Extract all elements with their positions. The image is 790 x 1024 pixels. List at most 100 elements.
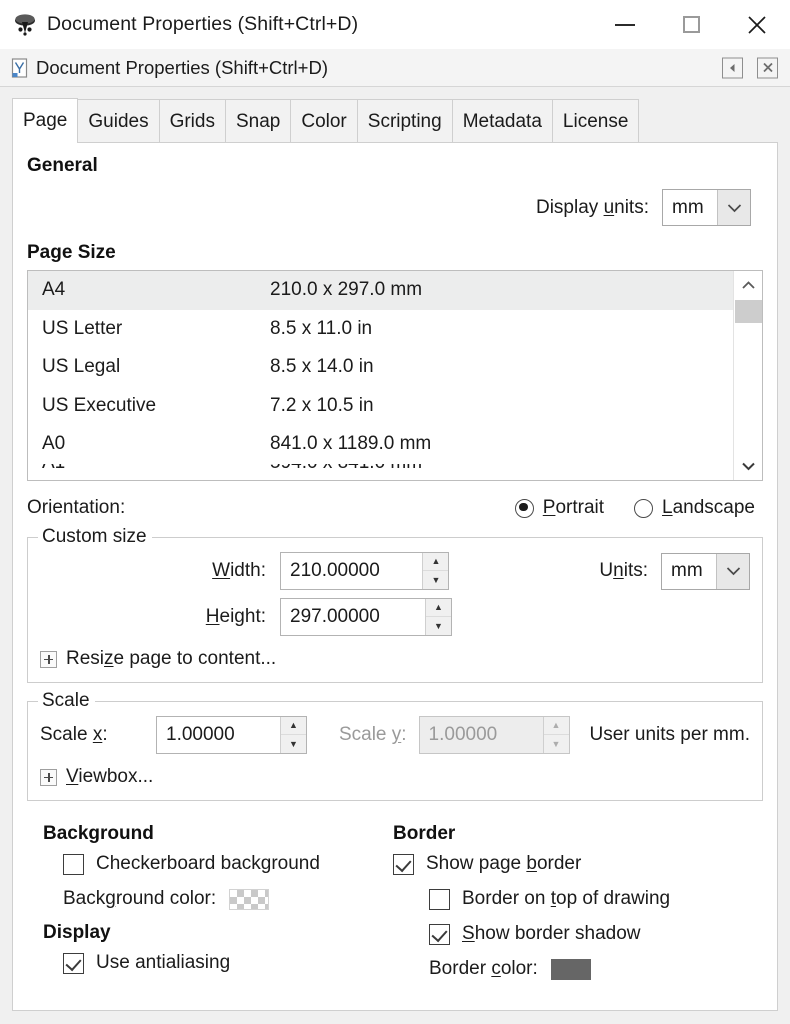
- tab-guides[interactable]: Guides: [77, 99, 160, 143]
- orientation-row: Orientation: Portrait Landscape: [27, 497, 763, 519]
- list-item[interactable]: US Letter 8.5 x 11.0 in: [28, 310, 733, 349]
- stepper-up-icon[interactable]: ▲: [280, 717, 306, 735]
- maximize-button[interactable]: [658, 0, 724, 49]
- tab-scripting[interactable]: Scripting: [356, 99, 453, 143]
- display-heading: Display: [43, 922, 111, 943]
- document-properties-icon: [9, 57, 31, 79]
- checkbox-off-icon: [429, 888, 450, 910]
- page-size-name: US Executive: [42, 394, 157, 416]
- stepper-down-icon: ▼: [551, 738, 561, 749]
- scale-y-stepper: ▲ ▼: [542, 717, 569, 753]
- titlebar: Document Properties (Shift+Ctrl+D): [0, 0, 790, 49]
- list-item[interactable]: A1 594.0 x 841.0 mm: [28, 464, 733, 481]
- border-heading: Border: [393, 823, 456, 844]
- custom-size-fieldset: Custom size Width: 210.00000 ▲ ▼ Units: …: [27, 526, 763, 683]
- orientation-portrait-radio[interactable]: Portrait: [514, 497, 605, 519]
- page-size-scrollbar[interactable]: [733, 271, 762, 480]
- viewbox-expander[interactable]: Viewbox...: [40, 766, 750, 788]
- checkerboard-background-checkbox[interactable]: Checkerboard background: [43, 853, 379, 875]
- use-antialiasing-checkbox[interactable]: Use antialiasing: [43, 952, 379, 974]
- width-input[interactable]: 210.00000 ▲ ▼: [280, 552, 450, 590]
- border-color-label: Border color:: [429, 958, 538, 979]
- close-icon: [748, 15, 766, 34]
- height-stepper[interactable]: ▲ ▼: [425, 599, 451, 635]
- stepper-down-icon[interactable]: ▼: [423, 571, 448, 589]
- page-size-rows: A4 210.0 x 297.0 mm US Letter 8.5 x 11.0…: [28, 271, 733, 480]
- tab-grids[interactable]: Grids: [158, 99, 226, 143]
- close-button[interactable]: [724, 0, 790, 49]
- background-color-swatch[interactable]: [229, 888, 270, 910]
- collapse-panel-button[interactable]: [722, 57, 743, 78]
- page-size-dims: 8.5 x 14.0 in: [270, 356, 374, 378]
- custom-units-combobox[interactable]: mm: [661, 552, 750, 590]
- close-panel-button[interactable]: [757, 57, 778, 78]
- width-value: 210.00000: [290, 560, 380, 581]
- tab-snap-label: Snap: [235, 110, 281, 132]
- custom-units-label: Units:: [599, 560, 648, 581]
- caret-left-icon: [730, 63, 735, 72]
- page-size-dims: 210.0 x 297.0 mm: [270, 279, 423, 301]
- page-size-list[interactable]: A4 210.0 x 297.0 mm US Letter 8.5 x 11.0…: [27, 270, 763, 481]
- dock-panel-title: Document Properties (Shift+Ctrl+D): [36, 56, 328, 78]
- stepper-down-icon[interactable]: ▼: [426, 617, 451, 635]
- border-on-top-checkbox[interactable]: Border on top of drawing: [393, 888, 763, 910]
- custom-size-legend: Custom size: [38, 526, 152, 548]
- checkerboard-background-label: Checkerboard background: [96, 853, 320, 874]
- page-size-name: A0: [42, 433, 66, 455]
- viewbox-label: Viewbox...: [66, 766, 154, 787]
- height-row: Height: 297.00000 ▲ ▼: [40, 598, 750, 636]
- tab-page-label: Page: [23, 110, 68, 131]
- tab-license[interactable]: License: [551, 99, 640, 143]
- page-size-dims: 8.5 x 11.0 in: [270, 317, 373, 339]
- list-item[interactable]: US Legal 8.5 x 14.0 in: [28, 348, 733, 387]
- stepper-up-icon: ▲: [543, 717, 569, 735]
- resize-page-to-content-expander[interactable]: Resize page to content...: [40, 648, 750, 670]
- show-page-border-checkbox[interactable]: Show page border: [393, 853, 763, 875]
- chevron-down-icon: [716, 553, 749, 589]
- list-item[interactable]: US Executive 7.2 x 10.5 in: [28, 387, 733, 426]
- display-units-label: Display units:: [535, 196, 649, 218]
- page-size-heading: Page Size: [27, 242, 116, 263]
- tab-color[interactable]: Color: [290, 99, 358, 143]
- show-page-border-label: Show page border: [426, 853, 582, 874]
- display-units-combobox[interactable]: mm: [662, 189, 751, 226]
- height-input[interactable]: 297.00000 ▲ ▼: [280, 598, 452, 636]
- orientation-label: Orientation:: [27, 497, 126, 518]
- tab-snap[interactable]: Snap: [224, 99, 292, 143]
- scale-fieldset: Scale Scale x: 1.00000 ▲ ▼ Scale y: 1.00…: [27, 690, 763, 801]
- minimize-button[interactable]: [592, 0, 658, 49]
- list-item[interactable]: A4 210.0 x 297.0 mm: [28, 271, 733, 310]
- scroll-down-icon[interactable]: [734, 452, 762, 480]
- scale-x-input[interactable]: 1.00000 ▲ ▼: [156, 716, 307, 754]
- tab-strip: Page Guides Grids Snap Color Scripting M…: [0, 98, 790, 143]
- checkbox-on-icon: [393, 853, 414, 875]
- stepper-up-icon[interactable]: ▲: [423, 553, 449, 571]
- tab-metadata[interactable]: Metadata: [451, 99, 553, 143]
- orientation-portrait-label: Portrait: [542, 497, 605, 518]
- show-border-shadow-checkbox[interactable]: Show border shadow: [393, 923, 763, 945]
- tab-color-label: Color: [301, 110, 347, 132]
- scale-legend: Scale: [38, 690, 95, 712]
- maximize-icon: [682, 16, 700, 33]
- general-heading: General: [27, 155, 98, 176]
- checkbox-off-icon: [63, 853, 84, 875]
- border-color-swatch[interactable]: [550, 958, 591, 980]
- scale-x-stepper[interactable]: ▲ ▼: [279, 717, 306, 753]
- show-border-shadow-label: Show border shadow: [462, 923, 641, 944]
- stepper-down-icon[interactable]: ▼: [281, 735, 306, 753]
- use-antialiasing-label: Use antialiasing: [96, 952, 231, 973]
- scroll-up-icon[interactable]: [734, 271, 762, 299]
- width-row: Width: 210.00000 ▲ ▼ Units: mm: [40, 552, 750, 590]
- orientation-landscape-radio[interactable]: Landscape: [634, 497, 755, 519]
- tab-page[interactable]: Page: [12, 98, 79, 143]
- width-label: Width:: [212, 560, 266, 581]
- scrollbar-thumb[interactable]: [735, 300, 762, 323]
- page-size-name: A4: [42, 279, 66, 301]
- radio-on-icon: [514, 498, 534, 518]
- stepper-up-icon[interactable]: ▲: [426, 599, 451, 617]
- background-display-column: Background Checkerboard background Backg…: [27, 823, 379, 990]
- width-stepper[interactable]: ▲ ▼: [422, 553, 449, 589]
- list-item[interactable]: A0 841.0 x 1189.0 mm: [28, 425, 733, 464]
- document-properties-window: Document Properties (Shift+Ctrl+D) Docum…: [0, 0, 790, 1024]
- border-color-row: Border color:: [393, 958, 763, 980]
